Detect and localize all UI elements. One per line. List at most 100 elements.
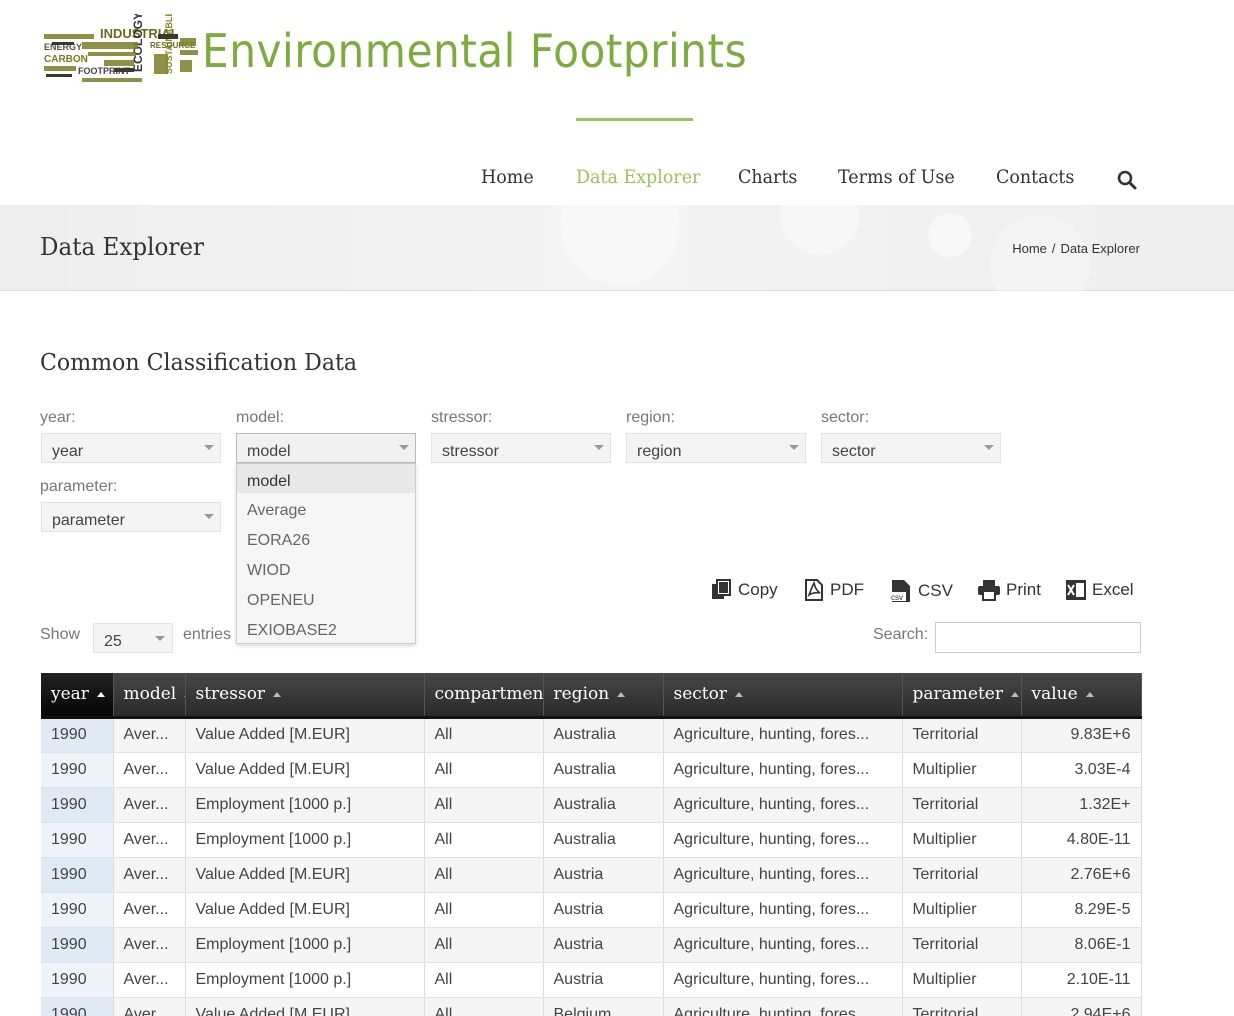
column-header-label: value bbox=[1031, 684, 1078, 705]
table-row[interactable]: 1990 Aver... Employment [1000 p.] All Austri… bbox=[41, 927, 1142, 963]
sort-icon bbox=[617, 692, 626, 698]
nav-item-terms-of-use[interactable]: Terms of Use bbox=[838, 166, 955, 188]
year-select[interactable]: year bbox=[41, 433, 221, 463]
csv-button[interactable]: csv CSV bbox=[889, 579, 953, 603]
table-cell-value: 3.03E-4 bbox=[1021, 752, 1142, 788]
table-cell-year: 1990 bbox=[41, 822, 114, 858]
table-cell-sector: Agriculture, hunting, fores... bbox=[663, 787, 903, 823]
parameter-select-value: parameter bbox=[52, 512, 125, 529]
column-header-value[interactable]: value bbox=[1021, 673, 1142, 719]
table-cell-stressor: Value Added [M.EUR] bbox=[185, 892, 425, 928]
stressor-select-value: stressor bbox=[442, 443, 499, 460]
table-cell-region: Australia bbox=[543, 717, 664, 753]
filter-label-year: year: bbox=[40, 409, 76, 426]
table-cell-model: Aver... bbox=[113, 997, 186, 1016]
model-option[interactable]: OPENEU bbox=[237, 583, 415, 613]
table-cell-model: Aver... bbox=[113, 892, 186, 928]
filter-label-stressor: stressor: bbox=[431, 409, 493, 426]
page-length-select[interactable]: 25 bbox=[93, 623, 173, 653]
pdf-icon bbox=[805, 579, 823, 601]
nav-item-contacts[interactable]: Contacts bbox=[996, 166, 1074, 188]
table-cell-sector: Agriculture, hunting, fores... bbox=[663, 822, 903, 858]
nav-item-charts[interactable]: Charts bbox=[738, 166, 797, 188]
column-header-region[interactable]: region bbox=[543, 673, 664, 719]
table-cell-year: 1990 bbox=[41, 927, 114, 963]
chevron-down-icon bbox=[594, 445, 604, 450]
parameter-select[interactable]: parameter bbox=[41, 502, 221, 532]
table-cell-value: 8.06E-1 bbox=[1021, 927, 1142, 963]
print-label: Print bbox=[1006, 580, 1041, 599]
column-header-parameter[interactable]: parameter bbox=[902, 673, 1022, 719]
column-header-sector[interactable]: sector bbox=[663, 673, 903, 719]
table-cell-sector: Agriculture, hunting, fores... bbox=[663, 717, 903, 753]
excel-button[interactable]: Excel bbox=[1065, 579, 1134, 601]
model-select-value: model bbox=[247, 443, 291, 460]
table-cell-region: Australia bbox=[543, 822, 664, 858]
column-header-year[interactable]: year bbox=[41, 673, 114, 719]
table-cell-stressor: Employment [1000 p.] bbox=[185, 822, 425, 858]
table-row[interactable]: 1990 Aver... Value Added [M.EUR] All Belgium… bbox=[41, 997, 1142, 1016]
chevron-down-icon bbox=[155, 636, 165, 641]
model-option[interactable]: WIOD bbox=[237, 553, 415, 583]
table-cell-stressor: Value Added [M.EUR] bbox=[185, 997, 425, 1016]
table-cell-sector: Agriculture, hunting, fores... bbox=[663, 892, 903, 928]
pdf-button[interactable]: PDF bbox=[803, 579, 864, 601]
entries-label: entries bbox=[183, 626, 232, 643]
copy-button[interactable]: Copy bbox=[711, 579, 778, 601]
table-body: 1990 Aver... Value Added [M.EUR] All Austral… bbox=[41, 717, 1142, 1016]
table-cell-model: Aver... bbox=[113, 927, 186, 963]
column-header-stressor[interactable]: stressor bbox=[185, 673, 425, 719]
model-option[interactable]: model bbox=[237, 464, 415, 493]
table-row[interactable]: 1990 Aver... Employment [1000 p.] All Austra… bbox=[41, 822, 1142, 858]
region-select[interactable]: region bbox=[626, 433, 806, 463]
sector-select-value: sector bbox=[832, 443, 876, 460]
column-header-label: model bbox=[123, 684, 177, 705]
table-row[interactable]: 1990 Aver... Employment [1000 p.] All Austri… bbox=[41, 962, 1142, 998]
sort-icon bbox=[735, 692, 743, 698]
chevron-down-icon bbox=[204, 514, 214, 519]
column-header-label: year bbox=[51, 684, 89, 705]
sort-icon bbox=[1085, 692, 1094, 698]
chevron-down-icon bbox=[789, 445, 799, 450]
column-header-compartment[interactable]: compartment bbox=[424, 673, 544, 719]
print-button[interactable]: Print bbox=[977, 579, 1041, 601]
table-cell-compartment: All bbox=[424, 857, 544, 893]
model-select[interactable]: model bbox=[236, 433, 416, 463]
table-cell-model: Aver... bbox=[113, 822, 186, 858]
sector-select[interactable]: sector bbox=[821, 433, 1001, 463]
breadcrumb-home[interactable]: Home bbox=[1012, 241, 1047, 256]
excel-icon bbox=[1066, 580, 1086, 600]
search-icon[interactable] bbox=[1117, 170, 1137, 190]
column-header-model[interactable]: model bbox=[113, 673, 186, 719]
nav-item-data-explorer[interactable]: Data Explorer bbox=[576, 166, 700, 188]
search-input[interactable] bbox=[935, 622, 1141, 653]
table-cell-compartment: All bbox=[424, 822, 544, 858]
page-length-value: 25 bbox=[104, 633, 122, 650]
table-cell-region: Belgium bbox=[543, 997, 664, 1016]
table-cell-compartment: All bbox=[424, 962, 544, 998]
table-row[interactable]: 1990 Aver... Value Added [M.EUR] All Austral… bbox=[41, 717, 1142, 753]
page-title: Data Explorer bbox=[40, 233, 204, 261]
table-row[interactable]: 1990 Aver... Value Added [M.EUR] All Austria… bbox=[41, 857, 1142, 893]
filter-label-region: region: bbox=[626, 409, 675, 426]
model-option[interactable]: Average bbox=[237, 493, 415, 523]
table-cell-stressor: Value Added [M.EUR] bbox=[185, 717, 425, 753]
table-cell-parameter: Territorial bbox=[902, 997, 1022, 1016]
excel-label: Excel bbox=[1092, 580, 1134, 599]
model-option[interactable]: EXIOBASE2 bbox=[237, 613, 415, 643]
table-cell-model: Aver... bbox=[113, 717, 186, 753]
breadcrumb-current: Data Explorer bbox=[1060, 241, 1140, 256]
table-cell-year: 1990 bbox=[41, 962, 114, 998]
chevron-down-icon bbox=[399, 445, 409, 450]
stressor-select[interactable]: stressor bbox=[431, 433, 611, 463]
nav-item-home[interactable]: Home bbox=[481, 166, 534, 188]
table-cell-region: Austria bbox=[543, 962, 664, 998]
site-logo[interactable]: INDUSTRIAL ECOLOGY SUSTAINABLE ENERGY CA… bbox=[42, 14, 795, 88]
table-cell-parameter: Multiplier bbox=[902, 822, 1022, 858]
table-row[interactable]: 1990 Aver... Employment [1000 p.] All Austra… bbox=[41, 787, 1142, 823]
table-cell-year: 1990 bbox=[41, 857, 114, 893]
table-row[interactable]: 1990 Aver... Value Added [M.EUR] All Austria… bbox=[41, 892, 1142, 928]
table-cell-stressor: Employment [1000 p.] bbox=[185, 927, 425, 963]
table-row[interactable]: 1990 Aver... Value Added [M.EUR] All Austral… bbox=[41, 752, 1142, 788]
model-option[interactable]: EORA26 bbox=[237, 523, 415, 553]
